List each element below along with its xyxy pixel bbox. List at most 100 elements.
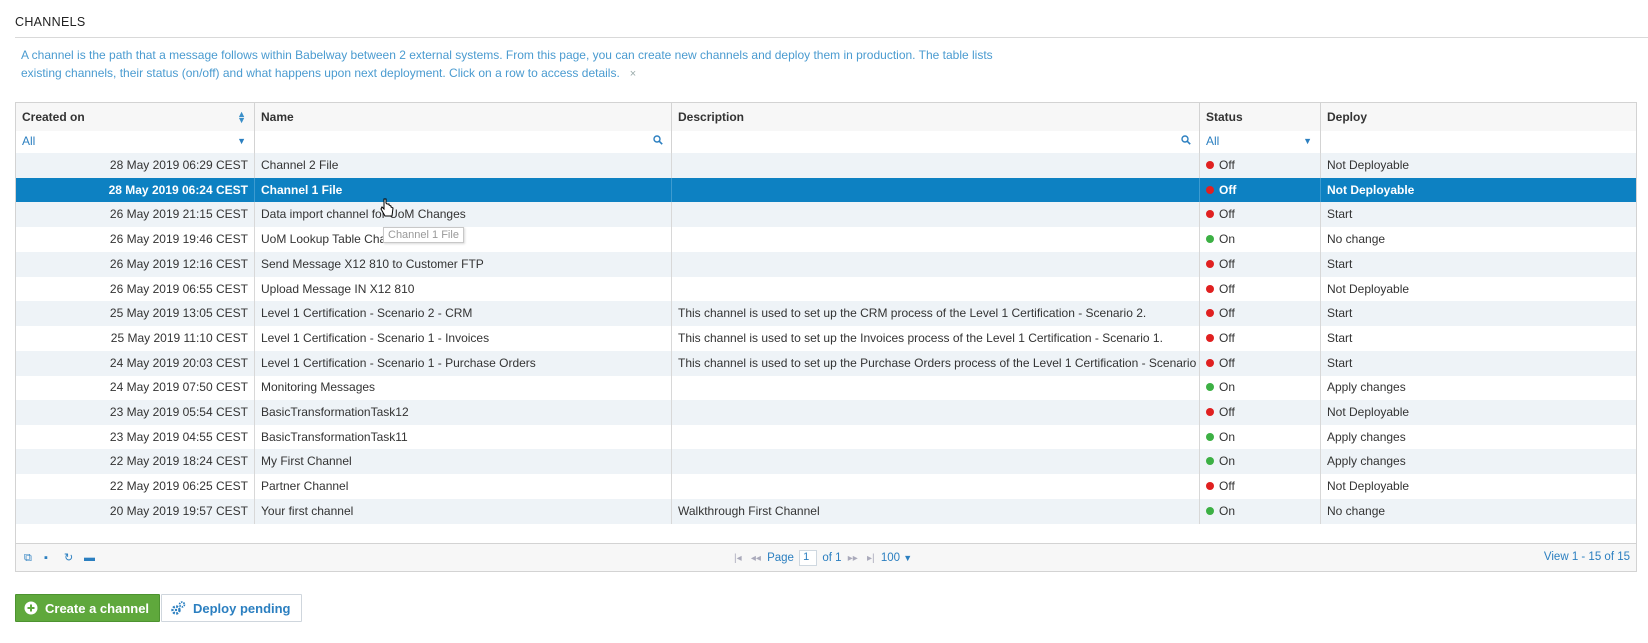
created-on-filter[interactable]: All ▼ <box>16 131 255 153</box>
table-row[interactable]: 28 May 2019 06:29 CEST Channel 2 File Off N… <box>16 153 1636 178</box>
close-icon[interactable]: × <box>630 68 636 80</box>
table-row[interactable]: 22 May 2019 06:25 CEST Partner Channel Off… <box>16 474 1636 500</box>
cell-description: This channel is used to set up the Invoi… <box>672 325 1200 351</box>
cell-status-text: Off <box>1219 355 1235 370</box>
cell-created-on-text: 24 May 2019 07:50 CEST <box>109 380 248 395</box>
table-row[interactable]: 25 May 2019 11:10 CEST Level 1 Certificat… <box>16 325 1636 351</box>
header-description-label: Description <box>678 110 745 124</box>
cell-description: This channel is used to set up the Purch… <box>672 350 1200 376</box>
header-name[interactable]: Name <box>255 103 672 131</box>
cell-created-on: 26 May 2019 06:55 CEST <box>16 276 255 302</box>
cell-created-on-text: 23 May 2019 04:55 CEST <box>109 429 248 444</box>
grid-header: Created on ▲ ▼ Name Description Status De… <box>16 103 1636 132</box>
header-deploy[interactable]: Deploy <box>1321 103 1636 131</box>
cell-created-on: 28 May 2019 06:29 CEST <box>16 153 255 178</box>
table-row[interactable]: 24 May 2019 07:50 CEST Monitoring Message… <box>16 375 1636 401</box>
table-row[interactable]: 20 May 2019 19:57 CEST Your first channel… <box>16 498 1636 524</box>
page-size-select[interactable]: 100 ▼ <box>881 552 912 564</box>
name-search-input[interactable] <box>255 131 672 153</box>
next-page-icon[interactable]: ▸▸ <box>848 553 858 564</box>
chevron-down-icon[interactable]: ▼ <box>237 136 246 146</box>
cell-name-text: BasicTransformationTask12 <box>261 405 409 419</box>
cell-deploy-text: Start <box>1327 355 1353 370</box>
cell-status-text: On <box>1219 454 1236 469</box>
cell-status-text: Off <box>1219 306 1235 321</box>
last-page-icon[interactable]: ▸| <box>867 553 875 564</box>
search-icon[interactable] <box>1181 135 1191 145</box>
cell-deploy-text: Not Deployable <box>1327 281 1410 296</box>
cell-deploy-text: Not Deployable <box>1327 158 1410 172</box>
cell-name-text: Send Message X12 810 to Customer FTP <box>261 256 484 271</box>
cell-deploy-text: No change <box>1327 503 1386 518</box>
cell-description <box>672 449 1200 475</box>
page-count: of 1 <box>822 552 842 565</box>
table-row[interactable]: 26 May 2019 21:15 CEST Data import channe… <box>16 202 1636 228</box>
table-row[interactable]: 26 May 2019 12:16 CEST Send Message X12 8… <box>16 251 1636 277</box>
cell-status: Off <box>1200 325 1321 351</box>
cell-created-on: 25 May 2019 11:10 CEST <box>16 325 255 351</box>
search-icon[interactable] <box>653 135 663 145</box>
table-row[interactable]: 23 May 2019 05:54 CEST BasicTransformatio… <box>16 400 1636 425</box>
cell-created-on-text: 28 May 2019 06:29 CEST <box>109 158 248 172</box>
table-row[interactable]: 28 May 2019 06:24 CEST Channel 1 File Off N… <box>16 177 1636 203</box>
cell-description: This channel is used to set up the CRM p… <box>672 301 1200 327</box>
refresh-icon[interactable]: ↻ <box>64 551 76 564</box>
cell-created-on: 25 May 2019 13:05 CEST <box>16 301 255 327</box>
cell-created-on: 23 May 2019 04:55 CEST <box>16 424 255 450</box>
table-row[interactable]: 23 May 2019 04:55 CEST BasicTransformatio… <box>16 424 1636 450</box>
deploy-pending-button[interactable]: Deploy pending <box>161 594 302 622</box>
cell-created-on-text: 26 May 2019 06:55 CEST <box>109 281 248 296</box>
stop-icon[interactable]: ▪ <box>44 552 56 564</box>
cell-created-on: 26 May 2019 19:46 CEST <box>16 227 255 253</box>
table-row[interactable]: 26 May 2019 06:55 CEST Upload Message IN … <box>16 276 1636 302</box>
cell-status-text: Off <box>1219 182 1237 197</box>
table-row[interactable]: 25 May 2019 13:05 CEST Level 1 Certificat… <box>16 301 1636 327</box>
cell-deploy: Start <box>1321 326 1636 351</box>
cell-deploy: Not Deployable <box>1321 474 1636 499</box>
cell-name: Level 1 Certification - Scenario 1 - Inv… <box>255 325 672 351</box>
cell-status-text: On <box>1219 380 1236 395</box>
status-filter[interactable]: All ▼ <box>1200 131 1321 153</box>
cell-name: Channel 1 File <box>255 177 672 203</box>
cell-description <box>672 177 1200 203</box>
cell-name-text: Your first channel <box>261 503 354 518</box>
cell-deploy: No change <box>1321 499 1636 524</box>
status-dot-icon <box>1206 309 1214 318</box>
cell-status-text: Off <box>1219 158 1235 172</box>
cell-description <box>672 375 1200 401</box>
open-icon[interactable]: ⧉ <box>24 552 36 564</box>
prev-page-icon[interactable]: ◂◂ <box>751 553 761 564</box>
channels-grid: Created on ▲ ▼ Name Description Status De… <box>15 102 1637 572</box>
cell-description-text: Walkthrough First Channel <box>678 503 820 518</box>
gears-icon <box>170 600 186 616</box>
header-deploy-label: Deploy <box>1327 110 1368 124</box>
header-description[interactable]: Description <box>672 103 1200 131</box>
create-channel-button[interactable]: Create a channel <box>15 594 161 622</box>
chevron-down-icon[interactable]: ▼ <box>1303 136 1312 146</box>
status-dot-icon <box>1206 506 1214 515</box>
sort-icon[interactable]: ▲ ▼ <box>237 110 246 125</box>
cell-deploy-text: No change <box>1327 232 1386 247</box>
cell-deploy: Start <box>1321 351 1636 376</box>
cell-deploy-text: Not Deployable <box>1327 479 1410 494</box>
cell-description-text: This channel is used to set up the CRM p… <box>678 306 1147 321</box>
plus-circle-icon <box>24 601 38 615</box>
table-row[interactable]: 24 May 2019 20:03 CEST Level 1 Certificat… <box>16 350 1636 376</box>
cell-description: Walkthrough First Channel <box>672 498 1200 524</box>
cell-created-on: 24 May 2019 20:03 CEST <box>16 350 255 376</box>
title-divider <box>15 37 1648 38</box>
page-number-input[interactable]: 1 <box>799 550 818 566</box>
pagination: |◂ ◂◂ Page 1 of 1 ▸▸ ▸| 100 ▼ <box>731 550 912 566</box>
cell-deploy: Not Deployable <box>1321 178 1636 203</box>
table-row[interactable]: 26 May 2019 19:46 CEST UoM Lookup Table C… <box>16 227 1636 253</box>
cell-name-text: Upload Message IN X12 810 <box>261 281 415 296</box>
folder-icon[interactable]: ▬ <box>84 552 96 564</box>
page-number-value: 1 <box>803 551 810 563</box>
deploy-filter <box>1321 131 1636 153</box>
header-status[interactable]: Status <box>1200 103 1321 131</box>
first-page-icon[interactable]: |◂ <box>734 553 742 564</box>
description-search-input[interactable] <box>672 131 1200 153</box>
header-created-on[interactable]: Created on ▲ ▼ <box>16 103 255 131</box>
view-count: View 1 - 15 of 15 <box>1543 551 1630 563</box>
table-row[interactable]: 22 May 2019 18:24 CEST My First Channel On… <box>16 449 1636 475</box>
